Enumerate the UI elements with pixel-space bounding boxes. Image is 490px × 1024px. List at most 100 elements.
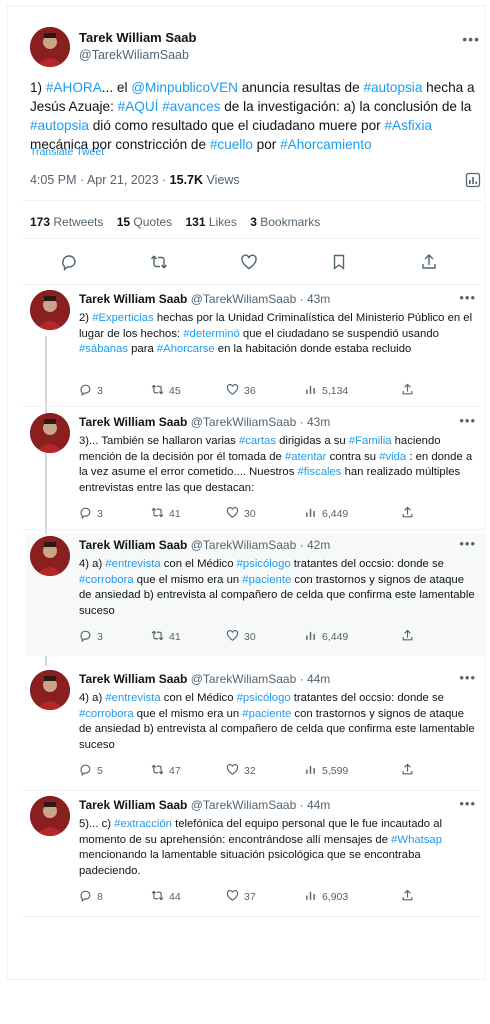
translate-tweet-link[interactable]: Translate Tweet: [30, 146, 104, 158]
hashtag-link[interactable]: @MinpublicoVEN: [131, 80, 238, 95]
share-button[interactable]: [401, 763, 414, 779]
reply-button[interactable]: 5: [79, 763, 103, 779]
author-handle-time[interactable]: @TarekWiliamSaab · 44m: [191, 798, 331, 812]
reply-tweet[interactable]: Tarek William Saab @TarekWiliamSaab · 43…: [26, 411, 486, 529]
share-button[interactable]: [401, 506, 414, 522]
views-button[interactable]: 6,449: [304, 629, 348, 645]
author-handle-time[interactable]: @TarekWiliamSaab · 42m: [191, 538, 331, 552]
ellipsis-icon[interactable]: •••: [462, 31, 480, 47]
views-button[interactable]: 5,134: [304, 383, 348, 399]
author-handle[interactable]: @TarekWiliamSaab: [79, 48, 189, 62]
reply-author[interactable]: Tarek William Saab @TarekWiliamSaab · 44…: [79, 798, 330, 812]
reply-tweet[interactable]: Tarek William Saab @TarekWiliamSaab · 43…: [26, 288, 486, 406]
ellipsis-icon[interactable]: •••: [459, 796, 476, 811]
hashtag-link[interactable]: #avances: [162, 99, 220, 114]
avatar[interactable]: [30, 413, 70, 453]
hashtag-link[interactable]: #Whatsap: [391, 834, 442, 846]
retweet-button[interactable]: 47: [151, 763, 181, 779]
hashtag-link[interactable]: #Asfixia: [384, 118, 432, 133]
author-name[interactable]: Tarek William Saab: [79, 672, 187, 686]
hashtag-link[interactable]: #sábanas: [79, 343, 128, 355]
hashtag-link[interactable]: #extracción: [114, 818, 172, 830]
author-handle-time[interactable]: @TarekWiliamSaab · 43m: [191, 415, 331, 429]
reply-tweet[interactable]: Tarek William Saab @TarekWiliamSaab · 44…: [26, 668, 486, 788]
like-icon: [226, 763, 239, 779]
avatar[interactable]: [30, 670, 70, 710]
reply-button[interactable]: 3: [79, 383, 103, 399]
hashtag-link[interactable]: #psicólogo: [237, 558, 291, 570]
author-name[interactable]: Tarek William Saab: [79, 538, 187, 552]
share-button[interactable]: [401, 383, 414, 399]
retweet-button[interactable]: 41: [151, 629, 181, 645]
reply-author[interactable]: Tarek William Saab @TarekWiliamSaab · 43…: [79, 415, 330, 429]
like-button[interactable]: 37: [226, 889, 256, 905]
reply-tweet[interactable]: Tarek William Saab @TarekWiliamSaab · 42…: [26, 534, 486, 656]
hashtag-link[interactable]: #psicólogo: [237, 692, 291, 704]
quotes-stat[interactable]: 15 Quotes: [117, 215, 172, 229]
reply-button[interactable]: 8: [79, 889, 103, 905]
avatar[interactable]: [30, 536, 70, 576]
author-name[interactable]: Tarek William Saab: [79, 30, 196, 45]
hashtag-link[interactable]: #fiscales: [298, 466, 342, 478]
bookmarks-stat[interactable]: 3 Bookmarks: [250, 215, 320, 229]
retweet-icon[interactable]: [150, 253, 168, 271]
hashtag-link[interactable]: #entrevista: [105, 558, 160, 570]
reply-button[interactable]: 3: [79, 629, 103, 645]
hashtag-link[interactable]: #cuello: [210, 137, 253, 152]
hashtag-link[interactable]: #AHORA: [46, 80, 102, 95]
likes-stat[interactable]: 131 Likes: [185, 215, 236, 229]
views-button[interactable]: 6,449: [304, 506, 348, 522]
reply-author[interactable]: Tarek William Saab @TarekWiliamSaab · 44…: [79, 672, 330, 686]
retweet-button[interactable]: 44: [151, 889, 181, 905]
ellipsis-icon[interactable]: •••: [459, 413, 476, 428]
hashtag-link[interactable]: #autopsia: [30, 118, 89, 133]
author-name[interactable]: Tarek William Saab: [79, 415, 187, 429]
like-icon[interactable]: [240, 253, 258, 271]
author-name[interactable]: Tarek William Saab: [79, 292, 187, 306]
share-icon[interactable]: [420, 253, 438, 271]
hashtag-link[interactable]: #paciente: [242, 708, 291, 720]
hashtag-link[interactable]: #determinó: [183, 328, 240, 340]
hashtag-link[interactable]: #corrobora: [79, 574, 134, 586]
hashtag-link[interactable]: #Familia: [349, 435, 392, 447]
avatar[interactable]: [30, 290, 70, 330]
reply-author[interactable]: Tarek William Saab @TarekWiliamSaab · 43…: [79, 292, 330, 306]
reply-icon[interactable]: [60, 253, 78, 271]
reply-button[interactable]: 3: [79, 506, 103, 522]
time-label[interactable]: 4:05 PM · Apr 21, 2023 ·: [30, 173, 170, 187]
hashtag-link[interactable]: #paciente: [242, 574, 291, 586]
ellipsis-icon[interactable]: •••: [459, 536, 476, 551]
avatar[interactable]: [30, 796, 70, 836]
hashtag-link[interactable]: #AQUÍ: [118, 99, 159, 114]
hashtag-link[interactable]: #vida: [379, 451, 406, 463]
hashtag-link[interactable]: #Experticias: [92, 312, 154, 324]
hashtag-link[interactable]: #corrobora: [79, 708, 134, 720]
bookmark-icon[interactable]: [330, 253, 348, 271]
share-button[interactable]: [401, 889, 414, 905]
retweets-stat[interactable]: 173 Retweets: [30, 215, 103, 229]
reply-author[interactable]: Tarek William Saab @TarekWiliamSaab · 42…: [79, 538, 330, 552]
ellipsis-icon[interactable]: •••: [459, 290, 476, 305]
hashtag-link[interactable]: #Ahorcarse: [157, 343, 215, 355]
hashtag-link[interactable]: #autopsia: [363, 80, 422, 95]
hashtag-link[interactable]: #Ahorcamiento: [280, 137, 371, 152]
author-handle-time[interactable]: @TarekWiliamSaab · 43m: [191, 292, 331, 306]
hashtag-link[interactable]: #cartas: [239, 435, 276, 447]
hashtag-link[interactable]: #entrevista: [105, 692, 160, 704]
retweet-button[interactable]: 41: [151, 506, 181, 522]
views-button[interactable]: 6,903: [304, 889, 348, 905]
like-button[interactable]: 36: [226, 383, 256, 399]
reply-tweet[interactable]: Tarek William Saab @TarekWiliamSaab · 44…: [26, 794, 486, 912]
like-button[interactable]: 30: [226, 506, 256, 522]
ellipsis-icon[interactable]: •••: [459, 670, 476, 685]
retweet-button[interactable]: 45: [151, 383, 181, 399]
like-button[interactable]: 32: [226, 763, 256, 779]
author-name[interactable]: Tarek William Saab: [79, 798, 187, 812]
views-button[interactable]: 5,599: [304, 763, 348, 779]
hashtag-link[interactable]: #atentar: [285, 451, 326, 463]
like-button[interactable]: 30: [226, 629, 256, 645]
avatar[interactable]: [30, 27, 70, 67]
author-handle-time[interactable]: @TarekWiliamSaab · 44m: [191, 672, 331, 686]
share-button[interactable]: [401, 629, 414, 645]
analytics-icon[interactable]: [465, 172, 481, 188]
